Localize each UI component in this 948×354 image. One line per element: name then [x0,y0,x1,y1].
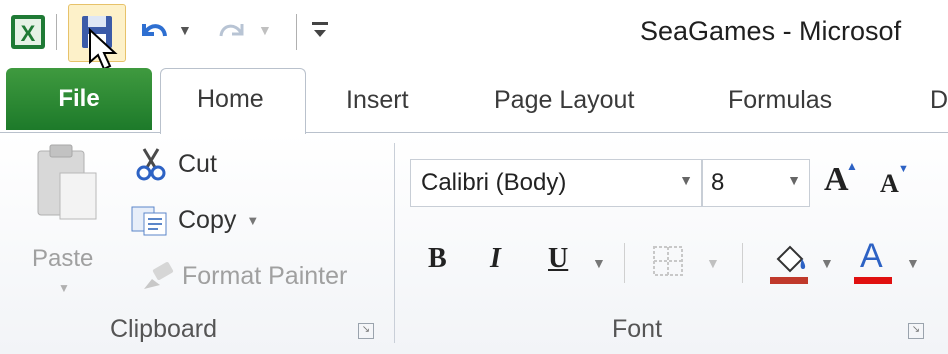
undo-dropdown-icon[interactable]: ▼ [178,22,192,38]
font-separator [624,243,625,283]
font-size-combo[interactable]: 8 ▼ [702,159,810,207]
font-color-button[interactable]: A [852,237,894,285]
tab-home-label: Home [197,85,264,113]
fill-color-dropdown-icon[interactable]: ▼ [820,255,834,271]
paint-bucket-icon [776,245,806,273]
shrink-font-button[interactable]: A ▼ [880,163,909,199]
undo-icon [142,24,167,37]
font-color-label: A [860,237,883,275]
svg-text:X: X [21,21,36,46]
mouse-cursor-icon [89,28,118,71]
fill-color-button[interactable] [768,241,810,285]
format-painter-button[interactable]: Format Painter [140,259,347,293]
fill-color-bar [770,277,808,284]
grow-font-button[interactable]: A ▲ [824,159,858,199]
font-color-dropdown-icon[interactable]: ▼ [906,255,920,271]
tab-formulas[interactable]: Formulas [728,86,832,115]
tab-data[interactable]: D [930,86,948,115]
font-color-bar [854,277,892,284]
italic-button[interactable]: I [490,243,501,275]
grow-arrow-icon: ▲ [846,159,858,173]
bold-button[interactable]: B [428,243,447,275]
quick-access-toolbar: X ▼ ▼ SeaGames - Microsof [0,0,948,71]
paste-icon [37,144,97,220]
copy-dropdown-icon[interactable]: ▼ [246,213,259,228]
qat-separator [296,14,297,50]
underline-button[interactable]: U [548,243,568,275]
tab-home[interactable]: Home [160,68,306,134]
borders-icon[interactable] [652,245,684,277]
font-separator [742,243,743,283]
cut-label: Cut [178,149,217,178]
clipboard-group-label: Clipboard [110,315,218,343]
customize-qat-button[interactable] [310,18,330,47]
tab-page-layout[interactable]: Page Layout [494,86,634,115]
font-name-combo[interactable]: Calibri (Body) ▼ [410,159,702,207]
format-painter-label: Format Painter [182,261,348,290]
excel-icon[interactable]: X [8,10,48,54]
paste-dropdown-icon[interactable]: ▼ [58,281,70,295]
grow-font-label: A [824,161,849,198]
cut-button[interactable]: Cut [134,147,217,181]
ribbon-top-border [0,132,948,133]
format-painter-icon [144,262,174,289]
redo-icon [219,24,244,37]
paste-label: Paste [32,245,94,272]
ribbon-home: Paste ▼ Cut Copy ▼ Format Painter Clipbo… [0,133,948,354]
scissors-icon [136,148,166,181]
window-title: SeaGames - Microsof [640,16,902,46]
undo-button[interactable] [134,10,174,54]
redo-button[interactable] [212,10,252,54]
shrink-font-label: A [880,169,899,198]
clipboard-group: Paste ▼ Cut Copy ▼ Format Painter Clipbo… [0,133,394,354]
copy-label: Copy [178,205,237,234]
qat-separator [56,14,57,50]
shrink-arrow-icon: ▼ [898,163,909,175]
font-group-label: Font [612,315,663,343]
borders-dropdown-icon[interactable]: ▼ [706,255,720,271]
font-group: Calibri (Body) ▼ 8 ▼ A ▲ A ▼ B I U ▼ ▼ ▼… [396,133,948,354]
paste-button[interactable]: Paste ▼ [28,141,108,301]
copy-button[interactable]: Copy ▼ [130,203,259,237]
font-name-value: Calibri (Body) [421,169,567,196]
clipboard-launcher-icon[interactable]: ↘ [358,323,374,339]
font-size-dropdown-icon[interactable]: ▼ [787,172,801,188]
font-launcher-icon[interactable]: ↘ [908,323,924,339]
font-name-dropdown-icon[interactable]: ▼ [679,172,693,188]
copy-icon [131,206,167,236]
redo-dropdown-icon[interactable]: ▼ [258,22,272,38]
font-size-value: 8 [711,169,725,196]
tab-file[interactable]: File [6,68,152,130]
group-separator [394,143,395,343]
customize-qat-icon [312,22,328,37]
underline-dropdown-icon[interactable]: ▼ [592,255,606,271]
tab-insert[interactable]: Insert [346,86,409,115]
